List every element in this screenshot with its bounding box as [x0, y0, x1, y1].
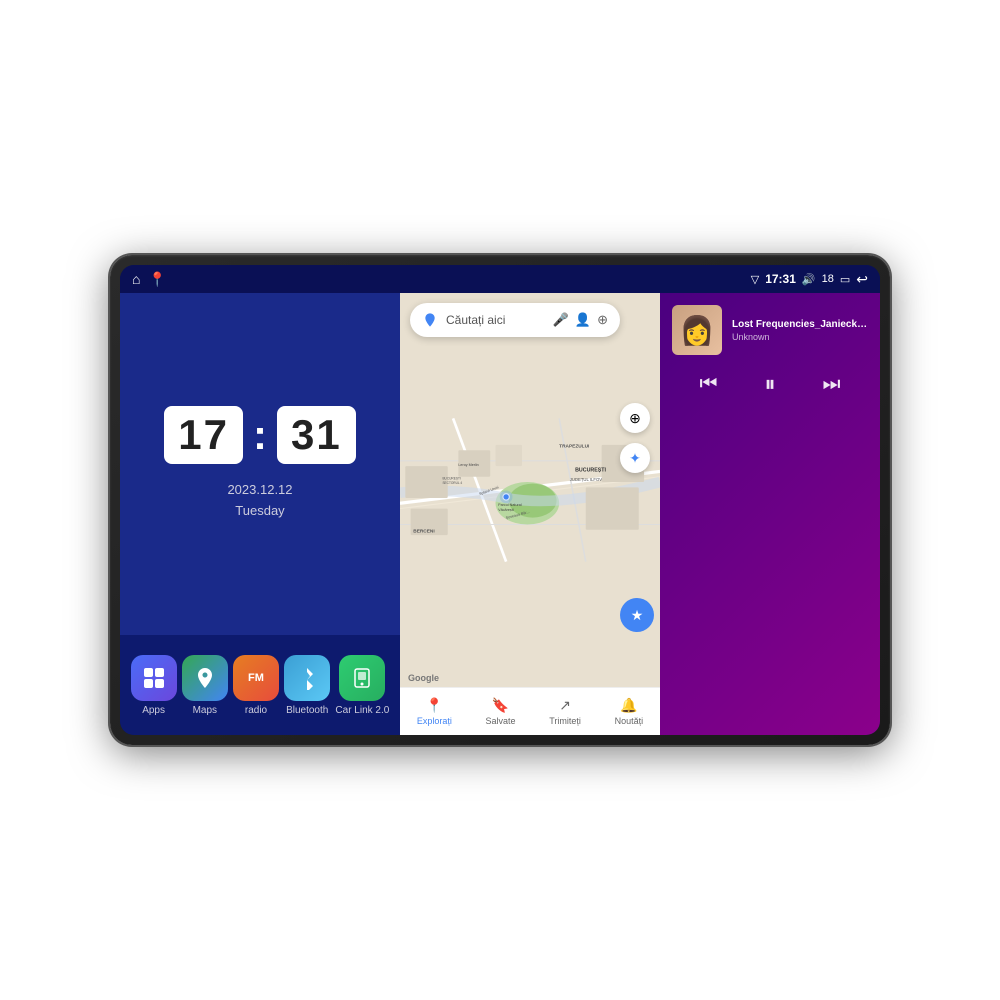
news-icon: 🔔 — [620, 697, 637, 714]
car-display-device: ⌂ 📍 ▽ 17:31 🔊 18 ▭ ↩ 17 : — [110, 255, 890, 745]
play-pause-button[interactable]: ⏸ — [764, 371, 775, 397]
map-nav-saved[interactable]: 🔖 Salvate — [486, 697, 516, 726]
app-item-radio[interactable]: FM radio — [233, 655, 279, 716]
carlink-label: Car Link 2.0 — [335, 705, 389, 716]
share-icon: ↗ — [559, 697, 571, 714]
map-search-icons: 🎤 👤 ⊕ — [553, 312, 608, 328]
main-content: 17 : 31 2023.12.12 Tuesday — [120, 293, 880, 735]
status-bar: ⌂ 📍 ▽ 17:31 🔊 18 ▭ ↩ — [120, 265, 880, 293]
music-controls: ⏮ ⏸ ⏭ — [660, 363, 880, 413]
app-bar: Apps Maps FM — [120, 635, 400, 735]
clock-date: 2023.12.12 Tuesday — [227, 480, 292, 522]
map-area[interactable]: TRAPEZULUI BUCUREȘTI JUDEȚUL ILFOV BERCE… — [400, 293, 660, 687]
svg-text:Văcărești: Văcărești — [498, 508, 514, 512]
music-artist: Unknown — [732, 332, 868, 342]
map-nav-share[interactable]: ↗ Trimiteți — [549, 697, 581, 726]
music-panel: 👩 Lost Frequencies_Janieck Devy-... Unkn… — [660, 293, 880, 735]
next-button[interactable]: ⏭ — [822, 373, 840, 396]
radio-label: radio — [245, 705, 267, 716]
svg-text:BUCUREȘTI: BUCUREȘTI — [575, 467, 606, 473]
app-item-carlink[interactable]: Car Link 2.0 — [335, 655, 389, 716]
clock-hours: 17 — [164, 406, 243, 464]
map-bottom-nav: 📍 Explorați 🔖 Salvate ↗ Trimiteți 🔔 Nout… — [400, 687, 660, 735]
explore-icon: 📍 — [426, 697, 443, 714]
volume-level: 18 — [822, 273, 834, 285]
apps-label: Apps — [142, 705, 165, 716]
screen: ⌂ 📍 ▽ 17:31 🔊 18 ▭ ↩ 17 : — [120, 265, 880, 735]
map-nav-news[interactable]: 🔔 Noutăți — [615, 697, 644, 726]
svg-text:JUDEȚUL ILFOV: JUDEȚUL ILFOV — [570, 477, 602, 482]
album-art-image: 👩 — [672, 305, 722, 355]
app-item-bluetooth[interactable]: Bluetooth — [284, 655, 330, 716]
right-panel: TRAPEZULUI BUCUREȘTI JUDEȚUL ILFOV BERCE… — [400, 293, 660, 735]
home-icon[interactable]: ⌂ — [132, 271, 140, 287]
svg-text:BERCENI: BERCENI — [413, 528, 434, 534]
music-title: Lost Frequencies_Janieck Devy-... — [732, 319, 868, 330]
bluetooth-label: Bluetooth — [286, 705, 328, 716]
status-left-icons: ⌂ 📍 — [132, 271, 166, 288]
clock-widget: 17 : 31 2023.12.12 Tuesday — [120, 293, 400, 635]
status-right: ▽ 17:31 🔊 18 ▭ ↩ — [751, 271, 868, 288]
carlink-icon-wrap — [339, 655, 385, 701]
map-search-text: Căutați aici — [446, 313, 545, 327]
clock-minutes: 31 — [277, 406, 356, 464]
app-item-maps[interactable]: Maps — [182, 655, 228, 716]
status-time: 17:31 — [765, 272, 796, 286]
back-icon[interactable]: ↩ — [856, 271, 868, 288]
apps-icon-wrap — [131, 655, 177, 701]
svg-text:SECTORUL 4: SECTORUL 4 — [442, 481, 462, 485]
map-compass-btn[interactable]: ✦ — [620, 443, 650, 473]
svg-text:TRAPEZULUI: TRAPEZULUI — [559, 444, 589, 450]
svg-text:Parcul Natural: Parcul Natural — [498, 503, 522, 507]
maps-icon[interactable]: 📍 — [148, 271, 165, 288]
signal-icon: ▽ — [751, 273, 759, 286]
battery-icon: ▭ — [840, 273, 850, 286]
profile-icon[interactable]: 👤 — [575, 312, 591, 328]
app-item-apps[interactable]: Apps — [131, 655, 177, 716]
bluetooth-icon-wrap — [284, 655, 330, 701]
maps-label: Maps — [193, 705, 217, 716]
map-nav-explore[interactable]: 📍 Explorați — [417, 697, 452, 726]
google-logo: Google — [408, 673, 439, 683]
music-info: Lost Frequencies_Janieck Devy-... Unknow… — [732, 319, 868, 342]
map-search-bar[interactable]: Căutați aici 🎤 👤 ⊕ — [410, 303, 620, 337]
svg-text:Leroy Merlin: Leroy Merlin — [458, 463, 478, 467]
maps-icon-wrap — [182, 655, 228, 701]
prev-button[interactable]: ⏮ — [699, 373, 717, 396]
music-album-art: 👩 — [672, 305, 722, 355]
volume-icon: 🔊 — [802, 273, 816, 286]
clock-separator: : — [253, 411, 267, 459]
voice-search-icon[interactable]: 🎤 — [553, 312, 569, 328]
layers-icon[interactable]: ⊕ — [597, 312, 608, 328]
left-panel: 17 : 31 2023.12.12 Tuesday — [120, 293, 400, 735]
clock-display: 17 : 31 — [164, 406, 355, 464]
music-header: 👩 Lost Frequencies_Janieck Devy-... Unkn… — [660, 293, 880, 363]
saved-icon: 🔖 — [492, 697, 509, 714]
map-start-btn[interactable]: ★ — [620, 598, 654, 632]
radio-icon-wrap: FM — [233, 655, 279, 701]
map-location-btn[interactable]: ⊕ — [620, 403, 650, 433]
svg-text:BUCUREȘTI: BUCUREȘTI — [442, 476, 460, 480]
